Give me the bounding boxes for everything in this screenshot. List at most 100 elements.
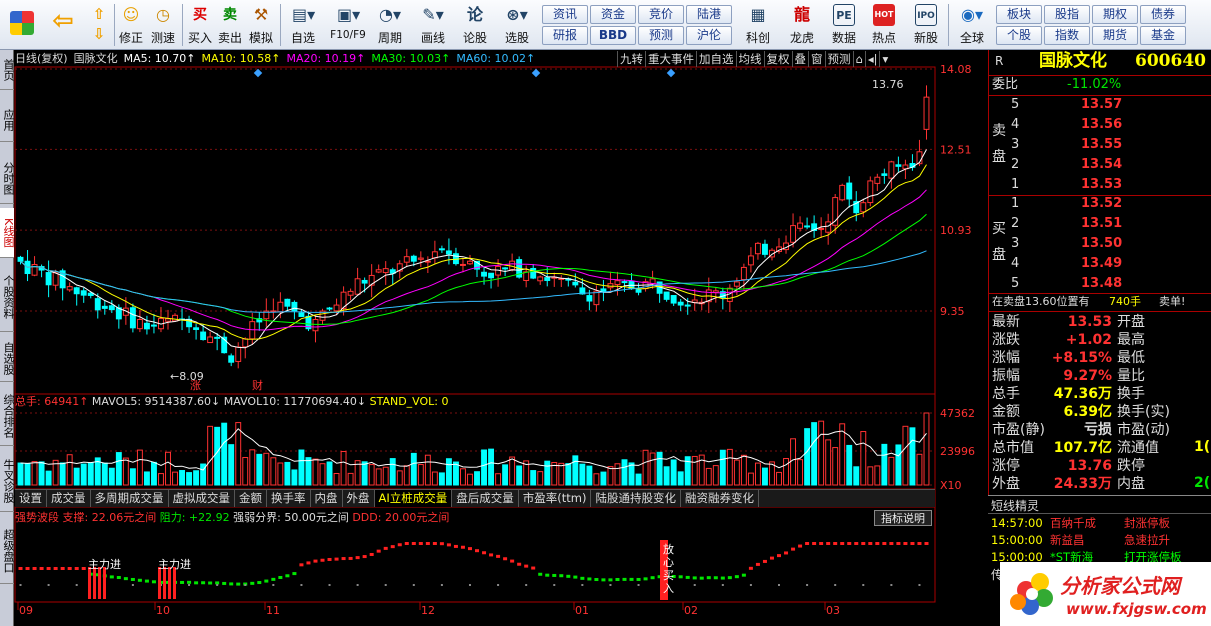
tool-add-watch[interactable]: 加自选 xyxy=(696,51,736,67)
mavol5-label: MAVOL5: 9514387.60↓ xyxy=(91,395,221,408)
subtab-settings[interactable]: 设置 xyxy=(15,490,47,507)
subtab-outer[interactable]: 外盘 xyxy=(343,490,375,507)
candle-body xyxy=(284,298,291,307)
subtab-volume[interactable]: 成交量 xyxy=(47,490,91,507)
volume-bar xyxy=(340,451,347,486)
ask-level: 2 xyxy=(1011,157,1020,172)
tool-ma[interactable]: 均线 xyxy=(735,51,764,67)
ask-row[interactable]: 3 13.55 xyxy=(989,136,1211,154)
volume-bar xyxy=(277,462,284,486)
indicator-support: 支撑: 22.06元之间 xyxy=(62,511,157,524)
dropdown-icon[interactable]: ▾ xyxy=(879,51,890,67)
bid-row[interactable]: 5 13.48 xyxy=(989,275,1211,293)
quick-sector[interactable]: 板块 xyxy=(996,5,1042,24)
kline-chart[interactable]: 14.08 12.51 10.93 9.35 47362 23996 X10 09 10 11 12… xyxy=(0,0,988,626)
candle-body xyxy=(235,346,242,362)
candle-body xyxy=(509,260,516,271)
tool-overlay[interactable]: 叠 xyxy=(791,51,809,67)
bid-row[interactable]: 2 13.51 xyxy=(989,215,1211,233)
quote-label: 振幅 xyxy=(992,368,1020,384)
subtab-ai-volume[interactable]: AI立桩成交量 xyxy=(374,490,453,507)
candle-body xyxy=(761,243,768,255)
indicator-help-button[interactable]: 指标说明 xyxy=(874,510,932,526)
quick-indices[interactable]: 指数 xyxy=(1044,26,1090,45)
indicator-dot xyxy=(482,551,487,555)
volume-bar xyxy=(319,463,326,486)
price-axis-label: 14.08 xyxy=(940,63,972,76)
lock-icon[interactable]: ⌂ xyxy=(852,51,865,67)
indicator-dot xyxy=(503,557,508,561)
event-marker[interactable] xyxy=(666,68,676,78)
quote-label: 最新 xyxy=(992,314,1020,330)
volume-bar xyxy=(66,454,73,486)
subtab-pe-ttm[interactable]: 市盈率(ttm) xyxy=(519,490,592,507)
bid-row[interactable]: 3 13.50 xyxy=(989,235,1211,253)
indicator-dot xyxy=(383,546,388,550)
subtab-turnover[interactable]: 换手率 xyxy=(267,490,311,507)
quick-futures[interactable]: 期货 xyxy=(1092,26,1138,45)
ask-row[interactable]: 2 13.54 xyxy=(989,156,1211,174)
indicator-dot xyxy=(18,567,23,570)
volume-bar xyxy=(495,473,502,486)
subtab-margin[interactable]: 融资融券变化 xyxy=(681,490,759,507)
event-marker[interactable] xyxy=(531,68,541,78)
subtab-virtual-volume[interactable]: 虚拟成交量 xyxy=(169,490,235,507)
subtab-amount[interactable]: 金额 xyxy=(235,490,267,507)
tool-adjust[interactable]: 复权 xyxy=(763,51,792,67)
subtab-after-hours[interactable]: 盘后成交量 xyxy=(452,490,519,507)
indicator-dot xyxy=(917,542,922,545)
ask-row[interactable]: 1 13.53 xyxy=(989,176,1211,194)
volume-bar xyxy=(558,462,565,486)
quick-index-futures[interactable]: 股指 xyxy=(1044,5,1090,24)
tool-nine-turn[interactable]: 九转 xyxy=(617,51,645,67)
indicator-dot xyxy=(81,567,86,570)
ma20-label: MA20: 10.19↑ xyxy=(286,52,366,65)
indicator-dot xyxy=(699,576,704,580)
volume-bar xyxy=(754,462,761,486)
indicator-baseline-dot xyxy=(300,584,303,586)
quote-row: 市盈(静) 亏损 市盈(动) xyxy=(989,421,1211,439)
bid-row[interactable]: 1 13.52 xyxy=(989,195,1211,213)
bid-row[interactable]: 4 13.49 xyxy=(989,255,1211,273)
event-mark-finance[interactable]: 财 xyxy=(252,378,263,392)
tool-forecast[interactable]: 预测 xyxy=(824,51,853,67)
candle-body xyxy=(347,290,354,296)
total-volume: 总手: 64941↑ xyxy=(15,395,89,408)
ask-row[interactable]: 5 13.57 xyxy=(989,96,1211,114)
quote-row: 金额 6.39亿 换手(实) xyxy=(989,403,1211,421)
quote-value: 47.36万 xyxy=(1053,386,1112,402)
subtab-connect[interactable]: 陆股通持股变化 xyxy=(591,490,681,507)
indicator-dot xyxy=(369,552,374,556)
ma5-line xyxy=(20,149,927,349)
candle-body xyxy=(361,279,368,284)
chart-mode[interactable]: 日线(复权) xyxy=(15,52,68,65)
event-mark-rise[interactable]: 涨 xyxy=(190,379,201,392)
subtab-multi-volume[interactable]: 多周期成交量 xyxy=(91,490,169,507)
indicator-dot xyxy=(517,562,522,566)
news-item[interactable]: 14:57:00 百纳千成 封涨停板 xyxy=(988,515,1211,532)
quick-bonds[interactable]: 债券 xyxy=(1140,5,1186,24)
ask-row[interactable]: 4 13.56 xyxy=(989,116,1211,134)
subtab-inner[interactable]: 内盘 xyxy=(311,490,343,507)
candle-body xyxy=(600,288,607,292)
candle-body xyxy=(747,255,754,266)
indicator-dot xyxy=(475,549,480,553)
price-axis-label: 10.93 xyxy=(940,224,972,237)
event-marker[interactable] xyxy=(253,68,263,78)
tool-major-events[interactable]: 重大事件 xyxy=(645,51,696,67)
tool-window[interactable]: 窗 xyxy=(808,51,825,67)
quick-options[interactable]: 期权 xyxy=(1092,5,1138,24)
collapse-icon[interactable]: ◂| xyxy=(864,51,880,67)
volume-bar xyxy=(593,473,600,486)
volume-bar xyxy=(438,472,445,486)
quick-funds-2[interactable]: 基金 xyxy=(1140,26,1186,45)
volume-bar xyxy=(17,462,24,486)
volume-bar xyxy=(284,461,291,486)
candle-body xyxy=(663,291,670,300)
volume-bar xyxy=(923,412,930,486)
indicator-dot xyxy=(720,576,725,580)
quote-label: 总市值 xyxy=(992,440,1034,456)
quick-stocks[interactable]: 个股 xyxy=(996,26,1042,45)
volume-bar xyxy=(31,461,38,486)
news-item[interactable]: 15:00:00 新益昌 急速拉升 xyxy=(988,532,1211,549)
